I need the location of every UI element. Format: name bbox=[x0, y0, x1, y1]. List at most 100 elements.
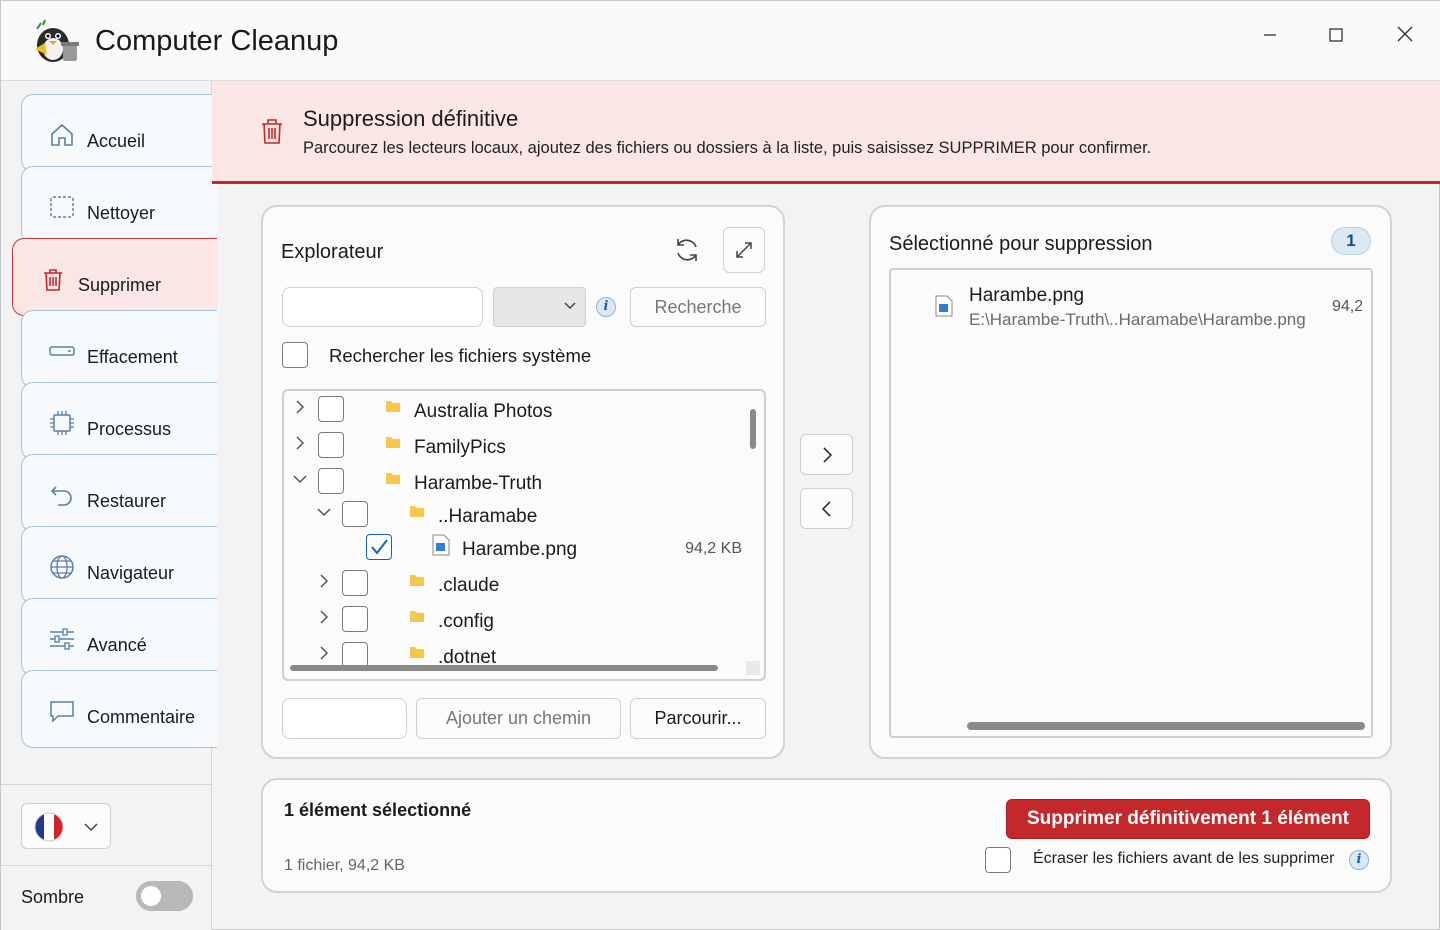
tree-row[interactable]: .config bbox=[284, 603, 754, 637]
overwrite-checkbox[interactable] bbox=[985, 847, 1011, 873]
comment-icon bbox=[50, 701, 74, 723]
tree-row[interactable]: Harambe-Truth bbox=[284, 465, 754, 499]
summary-title: 1 élément sélectionné bbox=[284, 800, 472, 820]
tree-checkbox[interactable] bbox=[318, 396, 344, 422]
chevron-right-icon[interactable] bbox=[315, 572, 333, 590]
toggle-knob bbox=[141, 886, 161, 906]
sidebar-item-accueil[interactable]: Accueil bbox=[21, 94, 217, 172]
sidebar-item-label: Restaurer bbox=[87, 491, 167, 511]
search-input[interactable] bbox=[282, 287, 483, 327]
chevron-left-icon bbox=[821, 501, 831, 517]
restore-icon bbox=[50, 486, 72, 506]
sidebar-item-effacement[interactable]: Effacement bbox=[21, 310, 217, 388]
chip-icon bbox=[50, 411, 74, 435]
system-files-checkbox[interactable] bbox=[282, 342, 308, 368]
file-size: 94,2 KB bbox=[685, 540, 742, 557]
search-button[interactable]: Recherche bbox=[630, 287, 766, 327]
close-button[interactable] bbox=[1385, 21, 1425, 51]
tree-item-name: .claude bbox=[438, 575, 500, 596]
tree-checkbox-checked[interactable] bbox=[366, 534, 392, 560]
selected-item-name: Harambe.png bbox=[969, 285, 1085, 306]
sidebar-item-supprimer[interactable]: Supprimer bbox=[12, 238, 217, 316]
folder-icon bbox=[410, 647, 424, 658]
drive-select[interactable] bbox=[493, 287, 586, 327]
chevron-down-icon[interactable] bbox=[315, 503, 333, 521]
sidebar-item-label: Accueil bbox=[87, 131, 146, 151]
path-input[interactable] bbox=[282, 698, 407, 739]
chevron-right-icon[interactable] bbox=[315, 608, 333, 626]
expand-button[interactable] bbox=[723, 227, 765, 273]
folder-icon bbox=[386, 401, 400, 412]
delete-permanently-button[interactable]: Supprimer définitivement 1 élément bbox=[1006, 799, 1370, 839]
tree-item-name: ..Haramabe bbox=[438, 506, 538, 527]
summary-panel: 1 élément sélectionné 1 fichier, 94,2 KB… bbox=[261, 778, 1392, 893]
sidebar-item-processus[interactable]: Processus bbox=[21, 382, 217, 460]
globe-icon bbox=[50, 555, 74, 579]
horizontal-scrollbar[interactable] bbox=[290, 665, 718, 671]
browse-button[interactable]: Parcourir... bbox=[630, 698, 766, 739]
sliders-icon bbox=[50, 628, 74, 650]
sidebar-item-nettoyer[interactable]: Nettoyer bbox=[21, 166, 217, 244]
chevron-right-icon[interactable] bbox=[315, 644, 333, 662]
sidebar-item-label: Supprimer bbox=[78, 275, 162, 295]
chevron-right-icon[interactable] bbox=[291, 434, 309, 452]
folder-icon bbox=[410, 575, 424, 586]
add-path-button[interactable]: Ajouter un chemin bbox=[416, 698, 621, 739]
minimize-icon bbox=[1264, 34, 1276, 36]
tree-row[interactable]: FamilyPics bbox=[284, 429, 754, 463]
folder-icon bbox=[410, 506, 424, 517]
minimize-button[interactable] bbox=[1250, 21, 1290, 51]
selected-count-badge: 1 bbox=[1331, 227, 1371, 255]
tree-row[interactable]: ..Haramabe bbox=[284, 498, 754, 532]
sidebar-item-label: Processus bbox=[87, 419, 172, 439]
tree-checkbox[interactable] bbox=[318, 432, 344, 458]
sidebar-divider bbox=[1, 784, 212, 785]
trash-icon bbox=[262, 119, 282, 144]
chevron-right-icon[interactable] bbox=[291, 398, 309, 416]
remove-from-selection-button[interactable] bbox=[800, 488, 853, 529]
info-icon[interactable]: i bbox=[1349, 850, 1369, 870]
close-icon bbox=[1397, 26, 1413, 42]
sidebar-item-restaurer[interactable]: Restaurer bbox=[21, 454, 217, 532]
sidebar-item-navigateur[interactable]: Navigateur bbox=[21, 526, 217, 604]
tree-row[interactable]: Australia Photos bbox=[284, 393, 754, 427]
info-icon[interactable]: i bbox=[596, 297, 616, 317]
tree-checkbox[interactable] bbox=[342, 570, 368, 596]
sidebar-item-commentaire[interactable]: Commentaire bbox=[21, 670, 217, 748]
tree-item-name: Harambe-Truth bbox=[414, 473, 543, 494]
sidebar-item-label: Commentaire bbox=[87, 707, 196, 727]
vertical-scrollbar[interactable] bbox=[750, 409, 756, 449]
tree-item-name: Australia Photos bbox=[414, 401, 553, 422]
refresh-icon[interactable] bbox=[672, 235, 702, 265]
sidebar-item-label: Navigateur bbox=[87, 563, 175, 583]
sidebar-item-avance[interactable]: Avancé bbox=[21, 598, 217, 676]
sidebar-item-label: Avancé bbox=[87, 635, 147, 655]
horizontal-scrollbar[interactable] bbox=[967, 722, 1365, 730]
folder-icon bbox=[410, 611, 424, 622]
maximize-icon bbox=[1329, 28, 1343, 42]
selected-list[interactable]: Harambe.png E:\Harambe-Truth\..Haramabe\… bbox=[889, 268, 1373, 738]
folder-icon bbox=[386, 473, 400, 484]
tree-checkbox[interactable] bbox=[342, 606, 368, 632]
tree-row[interactable]: .claude bbox=[284, 567, 754, 601]
add-to-selection-button[interactable] bbox=[800, 434, 853, 475]
dark-mode-toggle[interactable] bbox=[136, 881, 193, 911]
folder-tree[interactable]: Australia Photos FamilyPics Harambe-Trut… bbox=[282, 389, 766, 681]
trash-icon bbox=[44, 269, 62, 291]
language-select[interactable] bbox=[21, 803, 111, 849]
explorer-title: Explorateur bbox=[281, 241, 384, 263]
scrollbar-corner bbox=[746, 661, 760, 675]
tree-row[interactable]: Harambe.png 94,2 KB bbox=[284, 531, 754, 565]
tree-checkbox[interactable] bbox=[342, 501, 368, 527]
explorer-panel: Explorateur i Recherche Rechercher les f… bbox=[261, 205, 785, 759]
app-title: Computer Cleanup bbox=[95, 25, 339, 57]
maximize-button[interactable] bbox=[1316, 21, 1356, 51]
tree-checkbox[interactable] bbox=[318, 468, 344, 494]
chevron-right-icon bbox=[823, 447, 833, 463]
chevron-down-icon bbox=[84, 823, 98, 832]
clean-icon bbox=[50, 196, 74, 218]
drive-icon bbox=[49, 346, 75, 356]
chevron-down-icon[interactable] bbox=[291, 470, 309, 488]
overwrite-label: Écraser les fichiers avant de les suppri… bbox=[1033, 850, 1335, 867]
home-icon bbox=[51, 123, 73, 146]
